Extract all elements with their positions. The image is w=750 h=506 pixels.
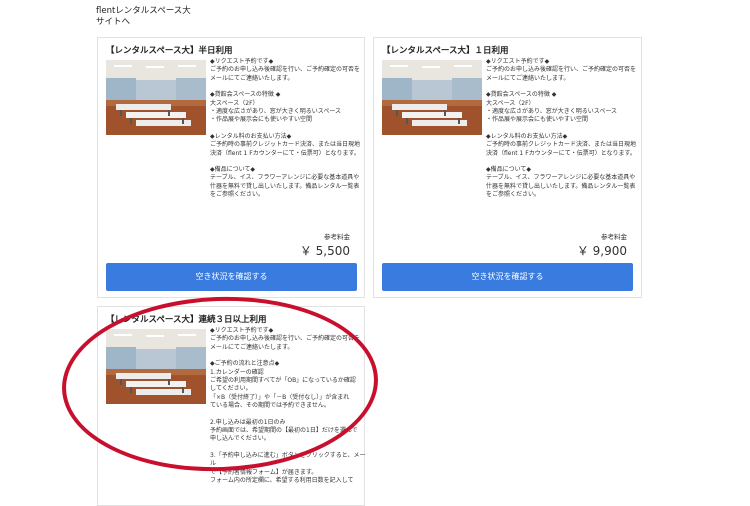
site-name: flentレンタルスペース大 xyxy=(96,6,191,16)
desc-paragraph: ◆備品について◆ テーブル、イス、フラワーアレンジに必要な基本道具や 什器を無料… xyxy=(210,166,360,199)
price-value: ￥ 5,500 xyxy=(299,244,350,258)
plan-title: 【レンタルスペース大】１日利用 xyxy=(382,46,509,56)
desc-paragraph: ◆備品について◆ テーブル、イス、フラワーアレンジに必要な基本道具や 什器を無料… xyxy=(486,166,636,199)
plan-description: ◆リクエスト予約です◆ ご予約のお申し込み後確認を行い、ご予約確定の可否を メー… xyxy=(486,58,636,200)
plan-description: ◆リクエスト予約です◆ ご予約のお申し込み後確認を行い、ご予約確定の可否を メー… xyxy=(210,58,360,200)
desc-paragraph: ◆貸館会スペースの特徴 ◆ 大スペース（2F） ・適度な広さがあり、窓が大きく明… xyxy=(486,91,618,124)
desc-paragraph: ◆レンタル料のお支払い方法◆ ご予約時の事前クレジットカード決済、または当日現地… xyxy=(210,132,361,157)
price-label: 参考料金 xyxy=(324,233,350,241)
site-link[interactable]: サイトへ xyxy=(96,17,191,28)
plan-card-full-day: 【レンタルスペース大】１日利用 ◆リクエスト予約です◆ ご予約のお申し込み後確認… xyxy=(373,37,642,298)
desc-paragraph: ◆リクエスト予約です◆ ご予約のお申し込み後確認を行い、ご予約確定の可否を メー… xyxy=(210,58,361,82)
room-photo xyxy=(106,60,206,135)
desc-paragraph: ◆レンタル料のお支払い方法◆ ご予約時の事前クレジットカード決済、または当日現地… xyxy=(486,132,637,157)
desc-paragraph: ◆リクエスト予約です◆ ご予約のお申し込み後確認を行い、ご予約確定の可否を メー… xyxy=(486,58,637,82)
check-availability-button[interactable]: 空き状況を確認する xyxy=(106,263,357,291)
plan-title: 【レンタルスペース大】半日利用 xyxy=(106,46,233,56)
price-value: ￥ 9,900 xyxy=(576,244,627,258)
site-header: flentレンタルスペース大 サイトへ xyxy=(96,6,191,28)
price-label: 参考料金 xyxy=(601,233,627,241)
desc-paragraph: ◆貸館会スペースの特徴 ◆ 大スペース（2F） ・適度な広さがあり、窓が大きく明… xyxy=(210,91,342,124)
check-availability-button[interactable]: 空き状況を確認する xyxy=(382,263,633,291)
plan-card-half-day: 【レンタルスペース大】半日利用 ◆リクエスト予約です◆ ご予約のお申し込み後確認… xyxy=(97,37,365,298)
room-photo xyxy=(382,60,482,135)
